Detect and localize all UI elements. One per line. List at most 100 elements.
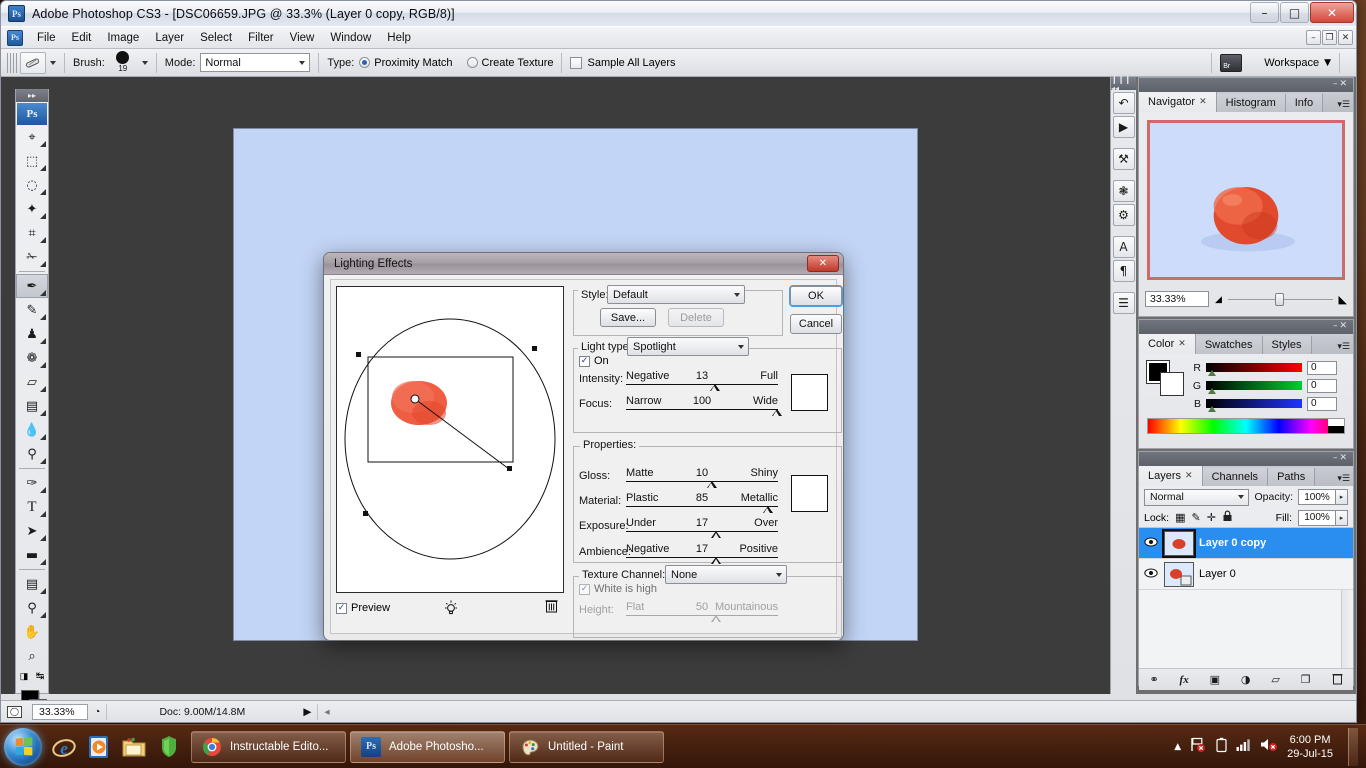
- layer-comps-icon[interactable]: ☰: [1112, 292, 1135, 314]
- color-spectrum-ramp[interactable]: [1147, 418, 1345, 434]
- clone-source-icon[interactable]: ⚙: [1112, 204, 1135, 226]
- menu-item-file[interactable]: File: [29, 29, 64, 47]
- material-knob[interactable]: [762, 506, 773, 513]
- menu-item-layer[interactable]: Layer: [147, 29, 192, 47]
- lock-transparent-pixels-icon[interactable]: ▦: [1175, 511, 1185, 524]
- channel-r-value[interactable]: 0: [1307, 361, 1337, 375]
- channel-g-knob[interactable]: [1208, 388, 1216, 394]
- window-close-button[interactable]: ✕: [1310, 2, 1354, 23]
- navigator-panel-menu-icon[interactable]: ▾☰: [1337, 100, 1350, 110]
- brush-chevron-down-icon[interactable]: [141, 60, 148, 65]
- texture-channel-select[interactable]: None: [665, 565, 787, 584]
- navigator-zoom-slider[interactable]: [1227, 292, 1333, 306]
- path-selection-tool[interactable]: ➤: [16, 519, 48, 543]
- tab-navigator[interactable]: Navigator ✕: [1139, 92, 1217, 112]
- opacity-control[interactable]: 100% ▸: [1298, 489, 1348, 505]
- actions-icon[interactable]: ▶: [1112, 116, 1135, 138]
- table-row[interactable]: Layer 0: [1139, 559, 1353, 590]
- notes-tool[interactable]: ▤: [16, 572, 48, 596]
- color-ramp-blackwhite[interactable]: [1328, 419, 1344, 433]
- delete-layer-icon[interactable]: [1332, 672, 1343, 688]
- save-style-button[interactable]: Save...: [600, 308, 656, 327]
- pen-tool[interactable]: ✑: [16, 471, 48, 495]
- new-group-icon[interactable]: ▱: [1271, 673, 1279, 686]
- gradient-tool[interactable]: ▤: [16, 394, 48, 418]
- tab-styles[interactable]: Styles: [1262, 336, 1312, 354]
- character-icon[interactable]: A: [1112, 236, 1135, 258]
- tab-info[interactable]: Info: [1285, 94, 1324, 112]
- opacity-spinner-icon[interactable]: ▸: [1336, 489, 1348, 505]
- spot-healing-brush-icon[interactable]: [20, 51, 46, 74]
- tab-navigator-close-icon[interactable]: ✕: [1199, 97, 1207, 107]
- menu-item-edit[interactable]: Edit: [64, 29, 100, 47]
- layers-panel-header[interactable]: –✕: [1139, 452, 1353, 466]
- layer-style-icon[interactable]: fx: [1180, 674, 1189, 686]
- radio-create-texture[interactable]: Create Texture: [466, 57, 553, 69]
- history-icon[interactable]: ↶: [1112, 92, 1135, 114]
- navigator-thumbnail[interactable]: [1147, 120, 1345, 280]
- intensity-knob[interactable]: [709, 384, 720, 391]
- menu-item-select[interactable]: Select: [192, 29, 240, 47]
- blur-tool[interactable]: 💧: [16, 418, 48, 442]
- zoom-in-icon[interactable]: ◣: [1339, 293, 1347, 306]
- channel-r-knob[interactable]: [1208, 370, 1216, 376]
- taskbar-item-photoshop[interactable]: Ps Adobe Photosho...: [350, 730, 505, 763]
- move-tool[interactable]: ⌖: [16, 125, 48, 149]
- channel-g-slider[interactable]: [1206, 381, 1302, 394]
- navigator-panel-header[interactable]: –✕: [1139, 78, 1353, 92]
- show-desktop-button[interactable]: [1348, 727, 1358, 766]
- toolbox-grip[interactable]: ▸▸: [16, 89, 48, 102]
- link-layers-icon[interactable]: ⚭: [1149, 673, 1158, 686]
- fill-control[interactable]: 100% ▸: [1298, 509, 1348, 526]
- menu-item-filter[interactable]: Filter: [240, 29, 282, 47]
- layers-panel-menu-icon[interactable]: ▾☰: [1337, 474, 1350, 484]
- paragraph-icon[interactable]: ¶: [1112, 260, 1135, 282]
- fill-spinner-icon[interactable]: ▸: [1336, 509, 1348, 526]
- layer-visibility-eye-icon[interactable]: [1143, 568, 1159, 581]
- horizontal-type-tool[interactable]: T: [16, 495, 48, 519]
- rectangular-marquee-tool[interactable]: ⬚: [16, 149, 48, 173]
- lasso-tool[interactable]: ◌: [16, 173, 48, 197]
- focus-knob[interactable]: [771, 409, 782, 416]
- layer-blend-mode-select[interactable]: Normal: [1144, 488, 1250, 506]
- magic-wand-tool[interactable]: ✦: [16, 197, 48, 221]
- window-title-bar[interactable]: Ps Adobe Photoshop CS3 - [DSC06659.JPG @…: [1, 1, 1356, 27]
- light-type-select[interactable]: Spotlight: [627, 337, 749, 356]
- light-on-checkbox[interactable]: ✓ On: [579, 355, 609, 367]
- spot-healing-brush-tool[interactable]: ✒: [16, 274, 48, 298]
- tab-channels[interactable]: Channels: [1202, 468, 1269, 486]
- channel-b-slider[interactable]: [1206, 399, 1302, 412]
- brushes-icon[interactable]: ❃: [1112, 180, 1135, 202]
- show-hidden-icons-icon[interactable]: ▲: [1174, 742, 1181, 752]
- rectangle-tool[interactable]: ▬: [16, 543, 48, 567]
- statusbar-more-arrow-icon[interactable]: ▶: [297, 704, 317, 720]
- swap-colors-icon[interactable]: ↹: [36, 671, 44, 682]
- radio-proximity-match[interactable]: Proximity Match: [359, 57, 453, 69]
- eyedropper-tool[interactable]: ⚲: [16, 596, 48, 620]
- layers-panel-window-controls[interactable]: –✕: [1333, 453, 1349, 463]
- network-icon[interactable]: [1190, 737, 1207, 756]
- history-brush-tool[interactable]: ❁: [16, 346, 48, 370]
- fill-value[interactable]: 100%: [1298, 509, 1336, 526]
- statusbar-zoom-field[interactable]: 33.33%: [32, 703, 88, 720]
- lock-image-pixels-icon[interactable]: ✎: [1192, 511, 1201, 524]
- zoom-tool[interactable]: ⌕: [16, 644, 48, 668]
- rail-grip[interactable]: ❙❙❙ ◂◂: [1111, 75, 1136, 93]
- style-select[interactable]: Default: [607, 285, 745, 304]
- color-swatch-pair[interactable]: [1147, 361, 1185, 395]
- new-layer-icon[interactable]: ❐: [1301, 673, 1311, 686]
- channel-b-knob[interactable]: [1208, 406, 1216, 412]
- quick-mask-toggle[interactable]: ◯: [16, 722, 48, 723]
- add-light-bulb-icon[interactable]: [444, 600, 458, 620]
- properties-color-swatch[interactable]: [791, 475, 828, 512]
- taskbar-clock[interactable]: 6:00 PM 29-Jul-15: [1287, 733, 1333, 761]
- color-background-swatch[interactable]: [1161, 373, 1183, 395]
- tab-color[interactable]: Color ✕: [1139, 334, 1196, 354]
- zoom-out-icon[interactable]: ◢: [1215, 294, 1222, 305]
- tab-layers[interactable]: Layers ✕: [1139, 466, 1203, 486]
- internet-explorer-icon[interactable]: e: [50, 732, 78, 762]
- bridge-icon[interactable]: Br: [1220, 53, 1243, 72]
- table-row[interactable]: Layer 0 copy: [1139, 528, 1353, 559]
- security-icon[interactable]: [155, 732, 183, 762]
- preview-checkbox[interactable]: ✓ Preview: [336, 602, 390, 614]
